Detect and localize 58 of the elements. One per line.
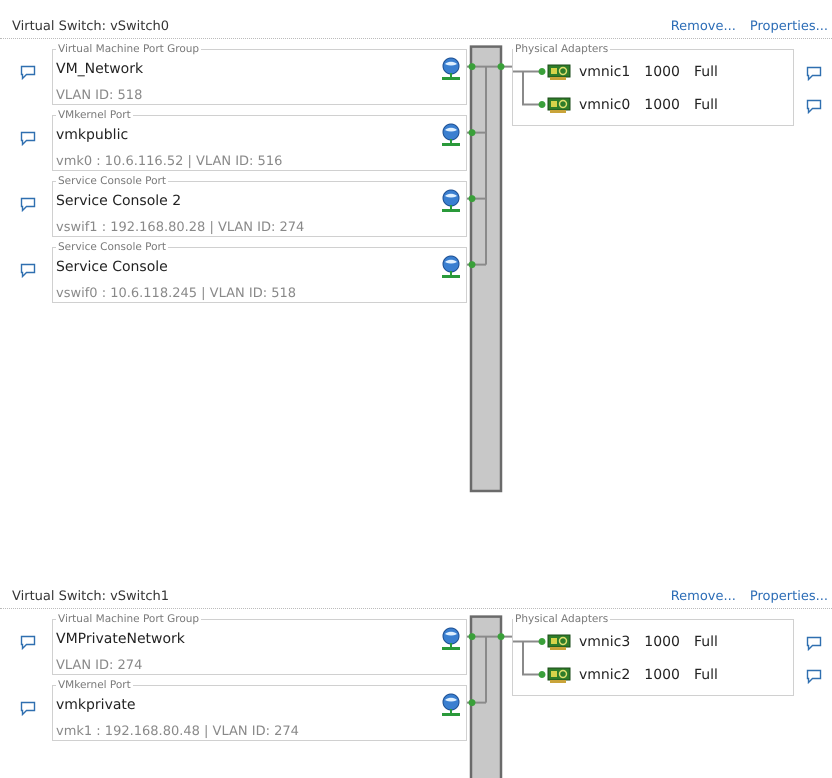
speech-bubble-icon[interactable] bbox=[20, 197, 36, 212]
adapter-name: vmnic3 bbox=[579, 634, 630, 650]
port-details: vswif0 : 10.6.118.245 | VLAN ID: 518 bbox=[56, 285, 298, 301]
port-name: vmkpublic bbox=[56, 127, 128, 143]
globe-icon bbox=[440, 627, 462, 651]
speech-bubble-icon[interactable] bbox=[806, 669, 822, 684]
adapter-name: vmnic1 bbox=[579, 64, 630, 80]
port-details: VLAN ID: 274 bbox=[56, 657, 144, 673]
speech-bubble-icon[interactable] bbox=[806, 66, 822, 81]
port-details: vmk0 : 10.6.116.52 | VLAN ID: 516 bbox=[56, 153, 284, 169]
globe-icon bbox=[440, 123, 462, 147]
globe-icon bbox=[440, 255, 462, 279]
section-label: Physical Adapters bbox=[514, 613, 610, 625]
globe-icon bbox=[440, 693, 462, 717]
network-card-icon bbox=[547, 96, 571, 112]
speech-bubble-icon[interactable] bbox=[20, 65, 36, 80]
port-name: VM_Network bbox=[56, 61, 144, 77]
section-label: Physical Adapters bbox=[514, 43, 610, 55]
adapter-name: vmnic2 bbox=[579, 666, 630, 682]
adapter-speed: 1000 bbox=[644, 64, 680, 80]
speech-bubble-icon[interactable] bbox=[20, 263, 36, 278]
port-name: VMPrivateNetwork bbox=[56, 631, 185, 647]
port-details: vswif1 : 192.168.80.28 | VLAN ID: 274 bbox=[56, 219, 306, 235]
adapter-duplex: Full bbox=[694, 666, 718, 682]
action-link[interactable]: Remove... bbox=[670, 589, 736, 604]
globe-icon bbox=[440, 57, 462, 81]
section-label: Service Console Port bbox=[57, 241, 167, 253]
port-details: vmk1 : 192.168.80.48 | VLAN ID: 274 bbox=[56, 723, 300, 739]
action-link[interactable]: Remove... bbox=[670, 19, 736, 34]
action-link[interactable]: Properties... bbox=[750, 589, 828, 604]
adapter-duplex: Full bbox=[694, 634, 718, 650]
adapter-speed: 1000 bbox=[644, 666, 680, 682]
adapter-speed: 1000 bbox=[644, 634, 680, 650]
section-label: VMkernel Port bbox=[57, 109, 132, 121]
speech-bubble-icon[interactable] bbox=[20, 131, 36, 146]
port-name: Service Console 2 bbox=[56, 193, 182, 209]
adapter-duplex: Full bbox=[694, 96, 718, 112]
network-card-icon bbox=[547, 666, 571, 682]
port-name: vmkprivate bbox=[56, 697, 136, 713]
action-link[interactable]: Properties... bbox=[750, 19, 828, 34]
adapter-duplex: Full bbox=[694, 64, 718, 80]
switch-title: Virtual Switch: vSwitch1 bbox=[12, 589, 170, 604]
port-name: Service Console bbox=[56, 259, 168, 275]
speech-bubble-icon[interactable] bbox=[806, 636, 822, 651]
section-label: Virtual Machine Port Group bbox=[57, 613, 200, 625]
section-label: Virtual Machine Port Group bbox=[57, 43, 200, 55]
speech-bubble-icon[interactable] bbox=[806, 99, 822, 114]
adapter-speed: 1000 bbox=[644, 96, 680, 112]
globe-icon bbox=[440, 189, 462, 213]
network-card-icon bbox=[547, 634, 571, 650]
adapter-name: vmnic0 bbox=[579, 96, 630, 112]
switch-title: Virtual Switch: vSwitch0 bbox=[12, 19, 170, 34]
section-label: VMkernel Port bbox=[57, 679, 132, 691]
section-label: Service Console Port bbox=[57, 175, 167, 187]
network-card-icon bbox=[547, 64, 571, 80]
speech-bubble-icon[interactable] bbox=[20, 635, 36, 650]
port-details: VLAN ID: 518 bbox=[56, 87, 144, 103]
speech-bubble-icon[interactable] bbox=[20, 701, 36, 716]
